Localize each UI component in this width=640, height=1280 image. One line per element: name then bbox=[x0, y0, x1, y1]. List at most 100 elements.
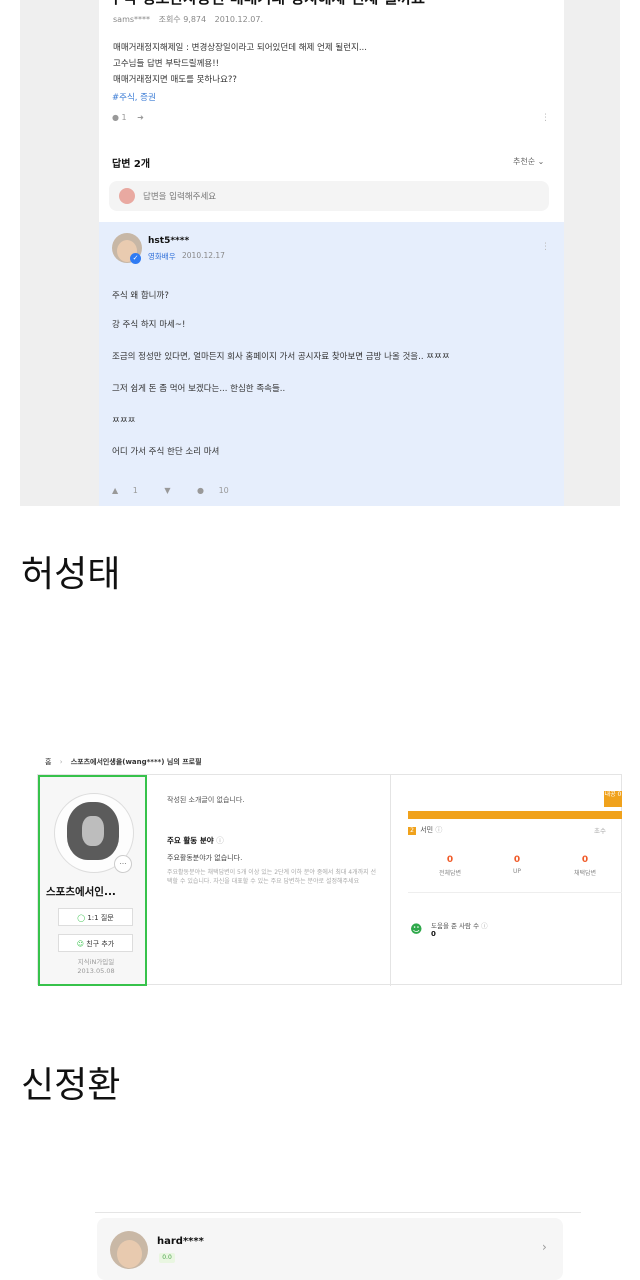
chevron-right-icon: › bbox=[542, 1240, 547, 1254]
user-badge: 0.0 bbox=[159, 1253, 175, 1263]
lion-image bbox=[67, 802, 119, 860]
joined-label: 지식iN가입일 bbox=[77, 958, 115, 966]
level-progress-bar bbox=[408, 811, 622, 819]
divider bbox=[408, 892, 622, 893]
joined-date: 2013.05.08 bbox=[77, 967, 115, 975]
question-date: 2010.12.07. bbox=[214, 15, 264, 24]
answers-header: 답변 2개 bbox=[112, 159, 151, 170]
stat-value: 0 bbox=[446, 855, 454, 865]
info-icon[interactable]: ⓘ bbox=[481, 922, 488, 930]
next-rank: 초수 bbox=[594, 827, 606, 835]
more-icon[interactable]: ⋮ bbox=[541, 113, 550, 123]
question-title[interactable]: 주식 정보관사농진 매매거래 정지해제 언제 될까요 bbox=[109, 0, 559, 8]
share-icon[interactable]: ➜ bbox=[137, 113, 144, 122]
stat-up[interactable]: 0 UP bbox=[487, 855, 547, 875]
question-tags[interactable]: #주식, 증권 bbox=[112, 91, 156, 103]
activity-area-title: 주요 활동 분야 ⓘ bbox=[167, 835, 224, 846]
avatar bbox=[110, 1231, 148, 1269]
comment-icon: ● bbox=[197, 486, 205, 495]
lion-face bbox=[82, 816, 104, 846]
answer-line: ㅉㅉㅉ bbox=[112, 416, 136, 426]
answer-line: 그저 쉽게 돈 좀 먹어 보겠다는... 한심한 족속들.. bbox=[112, 384, 286, 394]
question-body-line: 매매거래정지면 매도를 못하나요?? bbox=[113, 75, 237, 85]
question-button-label: 1:1 질문 bbox=[87, 914, 114, 922]
question-icon: ◯ bbox=[77, 914, 86, 922]
activity-area-desc: 주요활동분야는 채택답변이 5개 이상 있는 2단계 이하 분야 중에서 최대 … bbox=[167, 869, 377, 885]
divider bbox=[95, 1212, 581, 1213]
profile-stats-panel: 내공 0 2 서민 ⓘ 초수 0 전체답변 0 UP 0 채택답변 ☻ 도움을 … bbox=[398, 775, 623, 986]
stat-chosen-answers[interactable]: 0 채택답변 bbox=[555, 855, 615, 877]
avatar bbox=[119, 188, 135, 204]
add-friend-button[interactable]: ☺ 친구 추가 bbox=[58, 934, 133, 952]
level-badge: 내공 0 bbox=[604, 791, 622, 807]
answer-author[interactable]: hst5**** bbox=[148, 236, 189, 246]
stat-label: 채택답변 bbox=[573, 870, 597, 877]
question-card: 주식 정보관사농진 매매거래 정지해제 언제 될까요 sams**** 조회수 … bbox=[99, 0, 564, 222]
rank-label: 서민 bbox=[420, 826, 434, 834]
caption-name: 신정환 bbox=[21, 1065, 121, 1106]
activity-area-title-text: 주요 활동 분야 bbox=[167, 836, 214, 845]
more-icon[interactable]: … bbox=[114, 855, 132, 873]
comment-button[interactable]: ● 10 bbox=[197, 486, 241, 495]
answer-line: 주식 왜 합니까? bbox=[112, 291, 169, 301]
sort-dropdown[interactable]: 추천순 ⌄ bbox=[513, 156, 544, 167]
stat-value: 0 bbox=[581, 855, 589, 865]
answer-line: 조금의 정성만 있다면, 얼마든지 회사 홈페이지 가서 공시자료 찾아보면 금… bbox=[112, 352, 450, 362]
dislike-button[interactable]: ▼ bbox=[164, 486, 182, 495]
answer-input[interactable]: 답변을 입력해주세요 bbox=[109, 181, 549, 211]
profile-box: … 스포츠에서인... ◯ 1:1 질문 ☺ 친구 추가 지식iN가입일 201… bbox=[37, 774, 623, 986]
like-button[interactable]: ▲ 1 bbox=[112, 486, 150, 495]
answer-actions: ▲ 1 ▼ ● 10 bbox=[112, 486, 253, 495]
user-row[interactable]: hard**** 0.0 › bbox=[97, 1218, 563, 1280]
question-meta: sams**** 조회수 9,874 2010.12.07. bbox=[113, 14, 269, 25]
user-name: hard**** bbox=[157, 1236, 204, 1247]
question-button[interactable]: ◯ 1:1 질문 bbox=[58, 908, 133, 926]
answer-line: 강 주식 하지 마세~! bbox=[112, 320, 186, 330]
more-icon[interactable]: ⋮ bbox=[541, 242, 550, 252]
caption-name: 허성태 bbox=[21, 554, 121, 595]
profile-name: 스포츠에서인... bbox=[46, 886, 116, 898]
stat-label: 전체답변 bbox=[438, 870, 462, 877]
answer-placeholder: 답변을 입력해주세요 bbox=[143, 192, 217, 202]
thumbs-up-icon: ▲ bbox=[112, 486, 119, 495]
question-body-line: 매매거래정지해제일 : 변경상장일이라고 되어있던데 해제 언제 될런지... bbox=[113, 43, 367, 53]
add-friend-icon: ☺ bbox=[76, 940, 85, 948]
people-icon: ☻ bbox=[410, 922, 423, 936]
info-icon[interactable]: ⓘ bbox=[216, 836, 224, 845]
help-icon[interactable]: ⓘ bbox=[435, 826, 442, 834]
profile-screenshot: 홈 › 스포츠에서인생을(wang****) 님의 프로필 … 스포츠에서인..… bbox=[30, 752, 622, 992]
answer-line: 어디 가서 주식 한단 소리 마셔 bbox=[112, 447, 220, 457]
helped-value: 0 bbox=[431, 930, 436, 938]
comment-count[interactable]: 1 bbox=[122, 113, 127, 122]
profile-intro-panel: 작성된 소개글이 없습니다. 주요 활동 분야 ⓘ 주요활동분야가 없습니다. … bbox=[148, 775, 391, 986]
stat-value: 0 bbox=[513, 855, 521, 865]
rank: 2 서민 ⓘ bbox=[408, 825, 442, 835]
breadcrumb-home[interactable]: 홈 bbox=[45, 758, 51, 766]
sort-label: 추천순 bbox=[513, 157, 536, 166]
joined-info: 지식iN가입일 2013.05.08 bbox=[56, 958, 136, 976]
breadcrumb: 홈 › 스포츠에서인생을(wang****) 님의 프로필 bbox=[45, 757, 202, 767]
like-count: 1 bbox=[132, 486, 138, 495]
question-actions: ● 1 ➜ bbox=[112, 113, 144, 122]
question-body-line: 고수님들 답변 부탁드릴께용!! bbox=[113, 59, 220, 69]
comment-icon[interactable]: ● bbox=[112, 113, 119, 122]
answer-role: 영화배우 bbox=[148, 252, 176, 261]
helped-label-text: 도움을 준 사람 수 bbox=[431, 922, 480, 930]
helped-label: 도움을 준 사람 수 ⓘ bbox=[431, 920, 488, 930]
verified-icon: ✓ bbox=[130, 253, 141, 264]
activity-area-value: 주요활동분야가 없습니다. bbox=[167, 854, 243, 862]
question-author[interactable]: sams**** bbox=[113, 15, 150, 24]
answer-card: ✓ hst5**** 영화배우 2010.12.17 ⋮ 주식 왜 합니까? 강… bbox=[99, 222, 564, 506]
avatar-face bbox=[117, 1240, 142, 1268]
breadcrumb-separator: › bbox=[59, 758, 63, 766]
qa-screenshot: 주식 정보관사농진 매매거래 정지해제 언제 될까요 sams**** 조회수 … bbox=[20, 0, 620, 506]
answer-date: 2010.12.17 bbox=[182, 251, 225, 260]
profile-intro: 작성된 소개글이 없습니다. bbox=[167, 796, 245, 804]
breadcrumb-title: 스포츠에서인생을(wang****) 님의 프로필 bbox=[70, 758, 202, 766]
add-friend-label: 친구 추가 bbox=[86, 940, 115, 948]
profile-sidebar: … 스포츠에서인... ◯ 1:1 질문 ☺ 친구 추가 지식iN가입일 201… bbox=[38, 775, 147, 986]
thumbs-down-icon: ▼ bbox=[164, 486, 171, 495]
rank-icon: 2 bbox=[408, 827, 416, 835]
stat-label: UP bbox=[512, 868, 521, 875]
stat-total-answers[interactable]: 0 전체답변 bbox=[420, 855, 480, 877]
